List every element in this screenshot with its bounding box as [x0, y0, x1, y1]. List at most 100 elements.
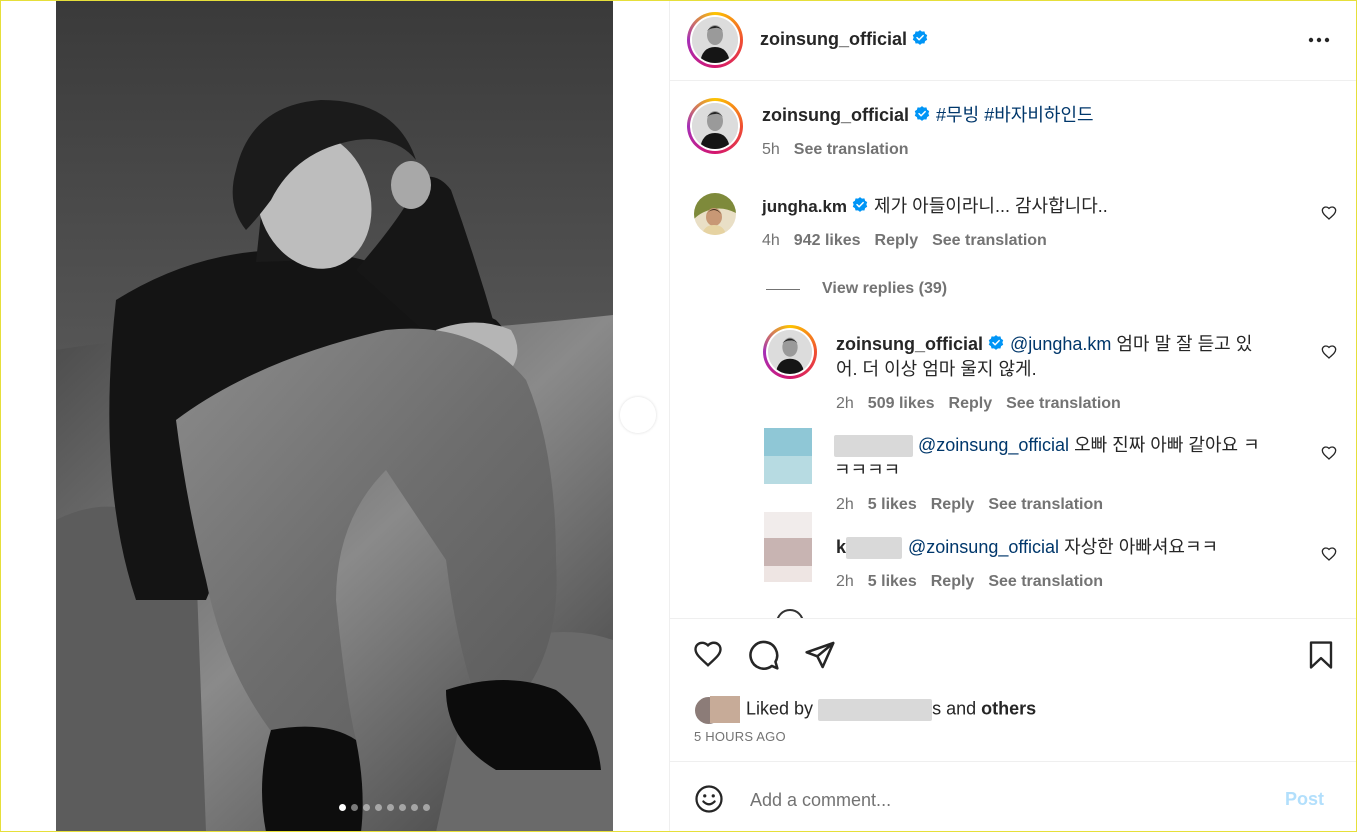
comment-box: Post [670, 761, 1357, 833]
like-comment-button[interactable] [1321, 546, 1337, 567]
blurred-avatar-bottom [764, 566, 812, 582]
reply-button[interactable]: Reply [931, 573, 975, 590]
redacted-username[interactable] [834, 435, 913, 458]
send-paper-plane-icon [805, 641, 835, 669]
carousel-dot [387, 804, 394, 811]
avatar-image [694, 193, 736, 235]
reply-button[interactable]: Reply [931, 496, 975, 513]
reply-button[interactable]: Reply [949, 395, 993, 412]
commenter-avatar[interactable] [694, 193, 736, 235]
post-timestamp[interactable]: 5 HOURS AGO [694, 729, 786, 744]
partial-avatar [776, 609, 804, 618]
caption-time: 5h [762, 141, 780, 158]
post-side-panel: zoinsung_official zoinsung_official #무빙 [669, 0, 1357, 832]
liked-by-others-link[interactable]: others [981, 698, 1036, 718]
liked-by-text: Liked by s and others [694, 696, 1036, 725]
carousel-dot [351, 804, 358, 811]
comment-input[interactable] [748, 784, 1272, 816]
caption-text: zoinsung_official #무빙 #바자비하인드 [762, 103, 1094, 128]
reply-likes[interactable]: 5 likes [868, 496, 917, 513]
author-username[interactable]: zoinsung_official [760, 29, 907, 49]
post-comment-button[interactable]: Post [1285, 789, 1324, 810]
share-button[interactable] [804, 639, 836, 676]
like-comment-button[interactable] [1321, 205, 1337, 226]
author-avatar[interactable] [687, 12, 743, 68]
comment-username[interactable]: jungha.km [762, 197, 847, 216]
reply-likes[interactable]: 5 likes [868, 573, 917, 590]
comment-body: 제가 아들이라니... 감사합니다.. [874, 196, 1108, 216]
reply-button[interactable]: Reply [875, 232, 919, 249]
reply-text: zoinsung_official @jungha.km 엄마 말 잘 듣고 있… [836, 332, 1296, 382]
comments-list[interactable]: zoinsung_official #무빙 #바자비하인드 5h See tran… [670, 81, 1357, 618]
mention-link[interactable]: @zoinsung_official [918, 435, 1069, 455]
verified-badge-icon [914, 106, 930, 121]
reply-likes[interactable]: 509 likes [868, 395, 935, 412]
reply-body-line1: 자상한 아빠셔요ㅋㅋ [1064, 537, 1219, 557]
post-image[interactable] [56, 0, 613, 832]
view-replies-line [766, 289, 800, 290]
caption-meta: 5h See translation [762, 141, 909, 159]
emoji-button[interactable] [694, 784, 724, 819]
reply-username[interactable]: k [836, 537, 846, 557]
hashtag-link[interactable]: #바자비하인드 [984, 105, 1093, 125]
comment-likes[interactable]: 942 likes [794, 232, 861, 249]
reply-text: @zoinsung_official 오빠 진짜 아빠 같아요 ㅋ ㅋㅋㅋㅋ [834, 433, 1304, 483]
chevron-right-icon [634, 408, 643, 422]
reply-avatar[interactable] [764, 512, 812, 582]
see-translation-button[interactable]: See translation [988, 573, 1103, 590]
redacted-username[interactable] [846, 537, 903, 560]
mention-link[interactable]: @zoinsung_official [908, 537, 1059, 557]
comment-bubble-icon [749, 640, 779, 670]
comment-button[interactable] [748, 639, 780, 676]
redacted-liker-name[interactable] [818, 698, 933, 721]
save-button[interactable] [1306, 639, 1336, 676]
caption-avatar[interactable] [687, 98, 743, 154]
liker-avatars[interactable] [694, 696, 740, 725]
heart-outline-icon [1321, 345, 1337, 359]
liked-by-prefix: Liked by [746, 698, 814, 719]
carousel-next-button[interactable] [620, 397, 656, 433]
reply-avatar[interactable] [764, 428, 812, 484]
reply-meta: 2h 5 likes Reply See translation [836, 573, 1103, 591]
see-translation-button[interactable]: See translation [932, 232, 1047, 249]
blurred-avatar-top [764, 428, 812, 456]
like-comment-button[interactable] [1321, 445, 1337, 466]
reply-avatar[interactable] [763, 325, 817, 379]
reply-time: 2h [836, 573, 854, 590]
liked-by-and: and [946, 698, 977, 719]
reply-body-line1: 오빠 진짜 아빠 같아요 ㅋ [1074, 435, 1260, 455]
like-button[interactable] [692, 639, 724, 674]
heart-outline-icon [1321, 206, 1337, 220]
bookmark-icon [1309, 641, 1333, 669]
see-translation-button[interactable]: See translation [794, 141, 909, 158]
blurred-avatar-bottom [764, 456, 812, 484]
more-horizontal-icon [1308, 37, 1330, 43]
carousel-dots [339, 804, 430, 811]
mention-link[interactable]: @jungha.km [1010, 334, 1111, 354]
post-header: zoinsung_official [670, 0, 1357, 81]
like-comment-button[interactable] [1321, 344, 1337, 365]
reply-meta: 2h 509 likes Reply See translation [836, 395, 1121, 413]
heart-outline-icon [1321, 446, 1337, 460]
carousel-dot [339, 804, 346, 811]
verified-badge-icon [852, 197, 868, 212]
liker-avatar [710, 696, 740, 723]
reply-body-line1: 엄마 말 잘 듣고 있 [1116, 334, 1253, 354]
liked-by-suffix: s [932, 698, 942, 719]
reply-meta: 2h 5 likes Reply See translation [836, 496, 1103, 514]
reply-username[interactable]: zoinsung_official [836, 334, 983, 354]
avatar-image [768, 330, 812, 374]
carousel-dot [399, 804, 406, 811]
reply-time: 2h [836, 395, 854, 412]
hashtag-link[interactable]: #무빙 [936, 105, 979, 125]
view-replies-button[interactable]: View replies (39) [822, 280, 947, 298]
carousel-dot [363, 804, 370, 811]
more-options-button[interactable] [1307, 30, 1331, 55]
emoji-smile-icon [695, 785, 723, 813]
see-translation-button[interactable]: See translation [988, 496, 1103, 513]
caption-username[interactable]: zoinsung_official [762, 105, 909, 125]
avatar-image [692, 17, 738, 63]
reply-time: 2h [836, 496, 854, 513]
see-translation-button[interactable]: See translation [1006, 395, 1121, 412]
blurred-avatar-mid [764, 538, 812, 566]
